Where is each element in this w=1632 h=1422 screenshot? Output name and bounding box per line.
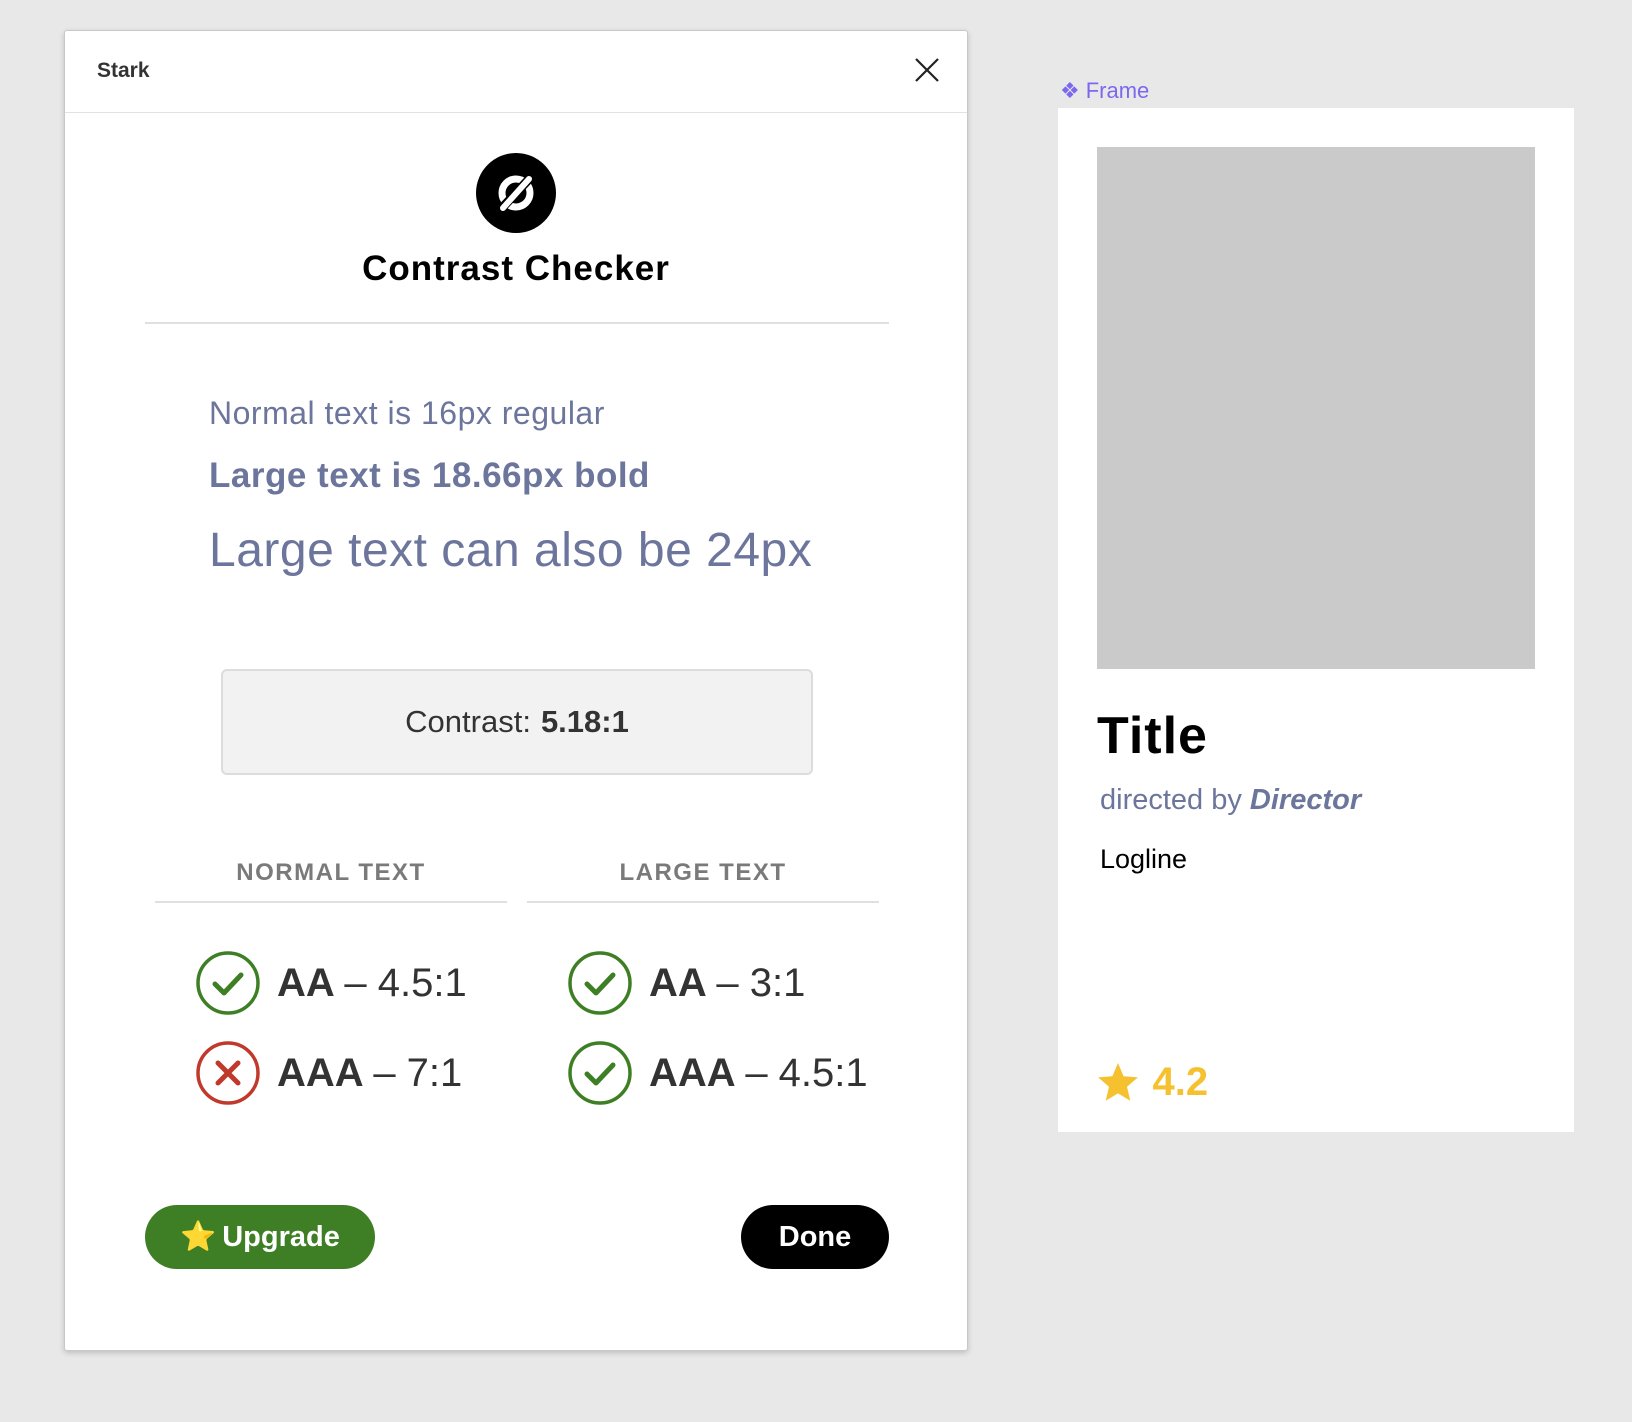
upgrade-label: Upgrade (222, 1221, 340, 1253)
large-text-heading: LARGE TEXT (619, 859, 787, 886)
result-ratio: – 4.5:1 (745, 1051, 868, 1095)
card-logline: Logline (1100, 844, 1188, 874)
sample-large-text: Large text can also be 24px (209, 524, 813, 577)
result-ratio: – 3:1 (716, 961, 806, 1005)
director-name: Director (1249, 784, 1362, 816)
rating-value: 4.2 (1152, 1060, 1209, 1104)
title-divider (145, 322, 889, 324)
sample-bold-text: Large text is 18.66px bold (209, 456, 650, 495)
sample-normal-text: Normal text is 16px regular (209, 395, 605, 431)
contrast-label: Contrast: (405, 704, 531, 739)
result-level: AA (277, 961, 334, 1005)
fail-x-icon (196, 1041, 260, 1105)
poster-image-placeholder (1097, 147, 1535, 669)
card-rating: 4.2 (1096, 1060, 1208, 1105)
star-icon: ⭐ (180, 1221, 217, 1253)
close-button[interactable] (913, 56, 941, 84)
normal-text-heading: NORMAL TEXT (236, 859, 426, 886)
plugin-title: Stark (97, 59, 150, 82)
pass-check-icon (568, 951, 632, 1015)
result-level: AAA (277, 1051, 363, 1095)
movie-card-frame[interactable]: Title directed by Director Logline 4.2 (1058, 108, 1574, 1132)
result-ratio: – 4.5:1 (344, 961, 467, 1005)
done-button[interactable]: Done (741, 1205, 889, 1269)
frame-name: Frame (1085, 78, 1150, 103)
contrast-value: 5.18:1 (540, 704, 629, 739)
frame-label[interactable]: ❖ Frame (1060, 78, 1149, 104)
star-icon (1098, 1062, 1138, 1101)
card-title: Title (1097, 707, 1208, 765)
upgrade-button[interactable]: ⭐ Upgrade (145, 1205, 375, 1269)
result-ratio: – 7:1 (373, 1051, 463, 1095)
normal-text-divider (155, 901, 507, 903)
result-level: AAA (649, 1051, 735, 1095)
stark-logo-icon (497, 173, 535, 213)
large-text-divider (527, 901, 879, 903)
card-director: directed by Director (1100, 784, 1361, 817)
result-level: AA (649, 961, 706, 1005)
checker-title: Contrast Checker (362, 249, 670, 288)
pass-check-icon (568, 1041, 632, 1105)
contrast-ratio-box: Contrast: 5.18:1 (221, 669, 813, 775)
director-prefix: directed by (1100, 784, 1242, 816)
stark-logo (476, 153, 556, 233)
component-icon: ❖ (1060, 78, 1080, 103)
pass-check-icon (196, 951, 260, 1015)
stark-plugin-window: Stark Contrast Checker Normal text is 16… (64, 30, 968, 1351)
close-icon (915, 58, 939, 82)
plugin-header: Stark (65, 31, 967, 113)
